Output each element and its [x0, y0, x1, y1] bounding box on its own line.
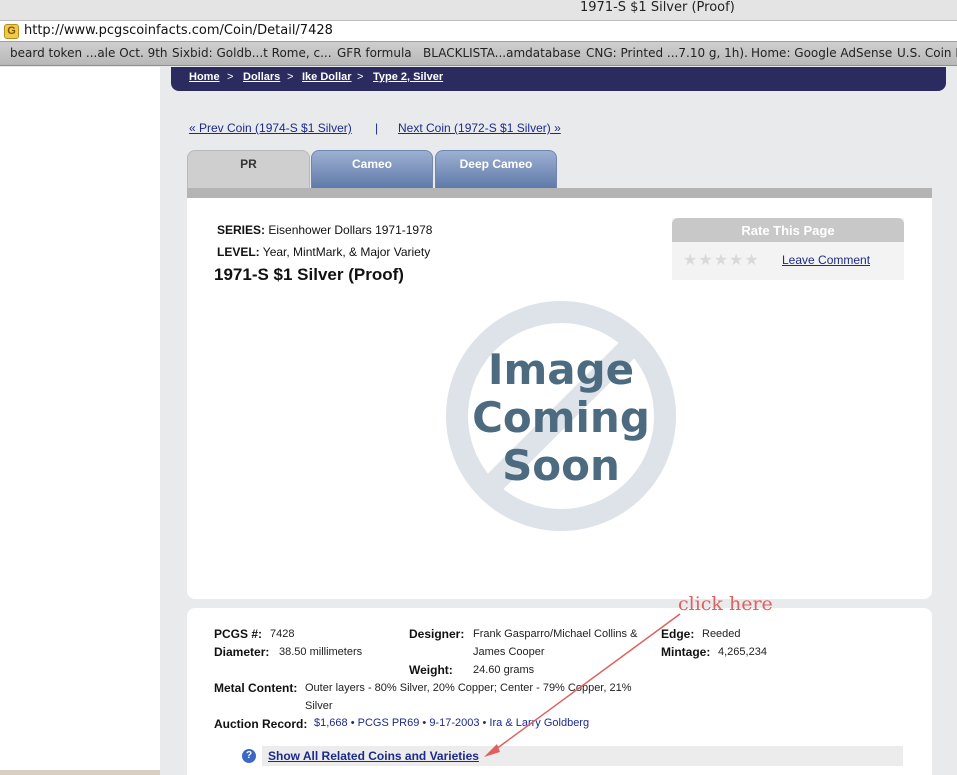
show-related-bar: Show All Related Coins and Varieties — [262, 746, 903, 766]
bookmark-item[interactable]: BLACKLISTA...amdatabase — [423, 46, 581, 60]
prev-coin-link[interactable]: « Prev Coin (1974-S $1 Silver) — [189, 121, 352, 135]
breadcrumb-ike-dollar[interactable]: Ike Dollar — [302, 71, 352, 83]
metal-content-line1: Outer layers - 80% Silver, 20% Copper; C… — [305, 682, 632, 694]
leave-comment-link[interactable]: Leave Comment — [782, 253, 870, 267]
series-label: SERIES: — [217, 223, 266, 237]
pcgs-number-value: 7428 — [270, 628, 295, 640]
star-icon[interactable]: ★ — [698, 252, 713, 269]
bookmark-item[interactable]: Sixbid: Goldb...t Rome, c... — [172, 46, 332, 60]
weight-label: Weight: — [409, 663, 453, 677]
window-titlebar: 1971-S $1 Silver (Proof) — [0, 0, 957, 20]
breadcrumb-separator: > — [357, 71, 364, 83]
help-icon[interactable]: ? — [242, 749, 256, 763]
breadcrumb-separator: > — [287, 71, 294, 83]
coin-nav-separator: | — [375, 121, 379, 135]
weight-value: 24.60 grams — [473, 664, 535, 676]
next-coin-link[interactable]: Next Coin (1972-S $1 Silver) » — [398, 121, 561, 135]
designer-value-line1: Frank Gasparro/Michael Collins & — [473, 628, 638, 640]
breadcrumb: Home > Dollars > Ike Dollar > Type 2, Si… — [171, 67, 946, 91]
breadcrumb-dollars[interactable]: Dollars — [243, 71, 280, 83]
designer-label: Designer: — [409, 627, 465, 641]
bookmark-item[interactable]: CNG: Printed ...7.10 g, 1h). — [586, 46, 748, 60]
edge-value: Reeded — [702, 628, 741, 640]
level-row: LEVEL: Year, MintMark, & Major Variety — [217, 245, 430, 259]
designer-value-line2: James Cooper — [473, 646, 545, 658]
rate-this-page-box: Rate This Page — [672, 218, 904, 280]
breadcrumb-home[interactable]: Home — [189, 71, 220, 83]
edge-label: Edge: — [661, 627, 695, 641]
bookmark-item[interactable]: Home: Google AdSense — [751, 46, 892, 60]
metal-content-line2: Silver — [305, 700, 333, 712]
star-icon[interactable]: ★ — [714, 252, 729, 269]
bookmark-item[interactable]: U.S. Coin M — [897, 46, 957, 60]
star-icon[interactable]: ★ — [744, 252, 759, 269]
tab-deep-cameo[interactable]: Deep Cameo — [435, 150, 557, 188]
rate-header: Rate This Page — [672, 218, 904, 242]
level-value: Year, MintMark, & Major Variety — [262, 245, 431, 259]
window-title: 1971-S $1 Silver (Proof) — [580, 0, 735, 15]
metal-content-label: Metal Content: — [214, 681, 298, 695]
left-blank-pane — [0, 67, 160, 775]
placeholder-line1: Image — [488, 345, 634, 394]
tab-underline — [187, 188, 932, 198]
breadcrumb-separator: > — [227, 71, 234, 83]
address-bar[interactable]: G http://www.pcgscoinfacts.com/Coin/Deta… — [0, 20, 957, 42]
coin-favicon-icon: G — [4, 24, 19, 39]
bottom-strip — [0, 770, 160, 775]
star-icon[interactable]: ★ — [683, 252, 698, 269]
star-icon[interactable]: ★ — [729, 252, 744, 269]
bookmarks-bar: beard token ...ale Oct. 9th Sixbid: Gold… — [0, 42, 957, 66]
bookmark-item[interactable]: GFR formula — [337, 46, 412, 60]
mintage-value: 4,265,234 — [718, 646, 767, 658]
diameter-value: 38.50 millimeters — [279, 646, 363, 658]
pcgs-number-label: PCGS #: — [214, 627, 263, 641]
placeholder-line3: Soon — [502, 441, 620, 490]
coin-title: 1971-S $1 Silver (Proof) — [214, 265, 404, 284]
rating-stars[interactable]: ★★★★★ — [683, 250, 760, 270]
show-related-coins-link[interactable]: Show All Related Coins and Varieties — [268, 749, 479, 763]
click-here-annotation: click here — [678, 593, 773, 615]
placeholder-line2: Coming — [472, 393, 650, 442]
tab-pr[interactable]: PR — [187, 150, 310, 188]
series-row: SERIES: Eisenhower Dollars 1971-1978 — [217, 223, 432, 237]
mintage-label: Mintage: — [661, 645, 711, 659]
bookmark-item[interactable]: beard token ...ale Oct. 9th — [10, 46, 168, 60]
tab-cameo[interactable]: Cameo — [311, 150, 433, 188]
breadcrumb-type2-silver[interactable]: Type 2, Silver — [373, 71, 443, 83]
level-label: LEVEL: — [217, 245, 260, 259]
auction-record-value[interactable]: $1,668 • PCGS PR69 • 9-17-2003 • Ira & L… — [314, 717, 589, 729]
auction-record-label: Auction Record: — [214, 717, 308, 731]
diameter-label: Diameter: — [214, 645, 270, 659]
series-value: Eisenhower Dollars 1971-1978 — [268, 223, 433, 237]
url-text[interactable]: http://www.pcgscoinfacts.com/Coin/Detail… — [24, 23, 333, 38]
image-coming-soon-placeholder: Image Coming Soon — [446, 301, 676, 531]
